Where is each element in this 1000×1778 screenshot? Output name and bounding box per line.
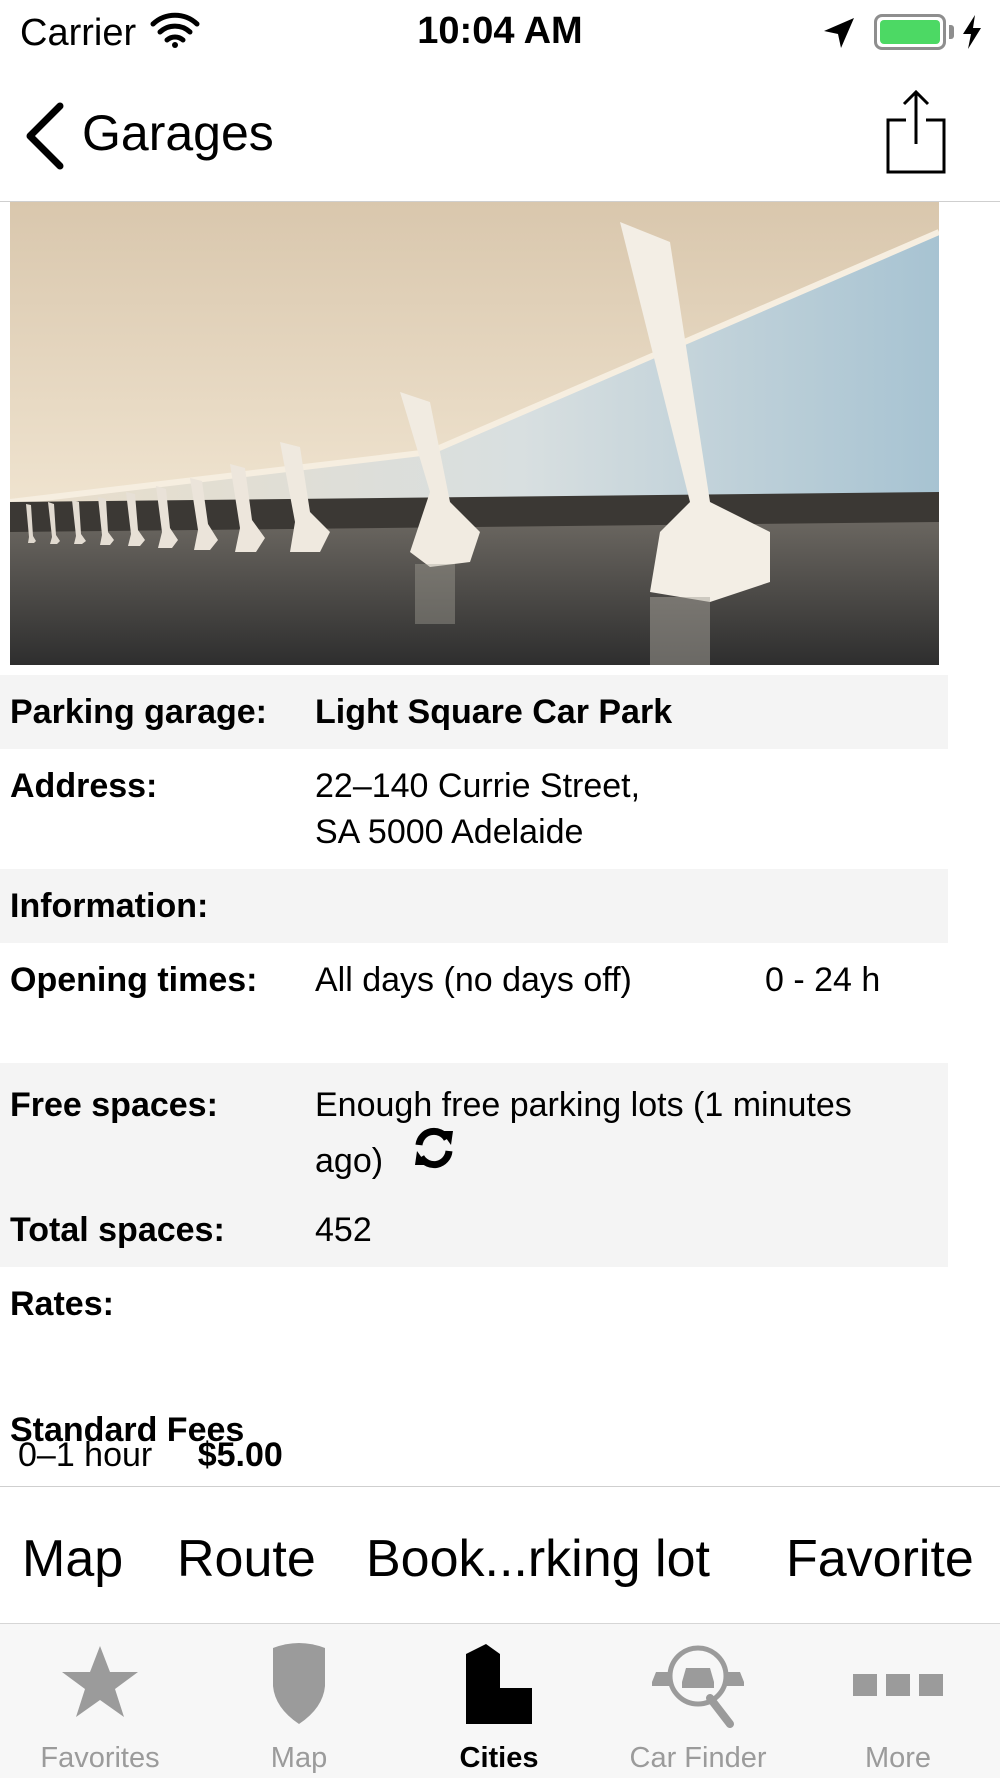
tab-more[interactable]: More: [798, 1624, 998, 1778]
more-icon: [853, 1674, 943, 1696]
total-spaces-label: Total spaces:: [10, 1211, 225, 1249]
tab-cities[interactable]: Cities: [399, 1624, 599, 1778]
location-arrow-icon: [822, 16, 856, 55]
fee-price: $5.00: [197, 1436, 283, 1474]
parking-garage-label: Parking garage:: [10, 693, 267, 731]
chevron-left-icon[interactable]: [22, 100, 66, 177]
opening-times-label: Opening times:: [10, 961, 258, 999]
parking-garage-value: Light Square Car Park: [315, 693, 673, 731]
information-row: Information:: [0, 869, 948, 943]
tab-bar: Favorites Map Cities Car Finder More: [0, 1623, 1000, 1778]
tab-more-label: More: [864, 1742, 932, 1774]
shield-icon: [273, 1643, 325, 1724]
rates-row: Rates:: [0, 1267, 948, 1341]
favorite-action-button[interactable]: Favorite: [786, 1529, 974, 1589]
action-bar: Map Route Book...rking lot Favorite: [0, 1486, 1000, 1623]
information-label: Information:: [10, 887, 209, 925]
fee-row: 0–1 hour $5.00: [18, 1436, 283, 1475]
star-icon: [62, 1646, 138, 1717]
tab-map-label: Map: [270, 1742, 328, 1774]
share-icon[interactable]: [884, 88, 948, 181]
tab-cities-label: Cities: [459, 1742, 539, 1774]
free-spaces-row: Free spaces: Enough free parking lots (1…: [0, 1063, 948, 1193]
free-spaces-label: Free spaces:: [10, 1086, 218, 1124]
address-line1: 22–140 Currie Street,: [315, 767, 641, 805]
opening-days-value: All days (no days off): [315, 961, 632, 999]
opening-hours-value: 0 - 24 h: [765, 961, 881, 999]
garage-photo: [10, 202, 939, 665]
car-search-icon: [652, 1645, 744, 1728]
opening-times-row: Opening times: All days (no days off) 0 …: [0, 943, 948, 1063]
tab-favorites[interactable]: Favorites: [0, 1624, 200, 1778]
tab-favorites-label: Favorites: [40, 1742, 160, 1774]
fee-duration: 0–1 hour: [18, 1436, 153, 1474]
tab-car-finder[interactable]: Car Finder: [598, 1624, 798, 1778]
status-bar: Carrier 10:04 AM: [0, 0, 1000, 70]
total-spaces-row: Total spaces: 452: [0, 1193, 948, 1267]
building-icon: [466, 1644, 532, 1724]
back-button-label[interactable]: Garages: [82, 104, 274, 162]
battery-nub: [949, 25, 954, 39]
charging-bolt-icon: [960, 14, 984, 55]
address-label: Address:: [10, 767, 158, 805]
book-parking-lot-button[interactable]: Book...rking lot: [366, 1529, 710, 1589]
battery-icon: [874, 14, 946, 50]
map-action-button[interactable]: Map: [22, 1529, 123, 1589]
navigation-bar: Garages: [0, 70, 1000, 202]
garage-details: Parking garage: Light Square Car Park Ad…: [0, 675, 948, 1467]
route-action-button[interactable]: Route: [177, 1529, 316, 1589]
free-spaces-line2: ago): [315, 1142, 384, 1180]
address-row: Address: 22–140 Currie Street, SA 5000 A…: [0, 749, 948, 869]
refresh-icon[interactable]: [411, 1125, 457, 1188]
rates-label: Rates:: [10, 1285, 114, 1323]
total-spaces-value: 452: [315, 1211, 372, 1249]
address-line2: SA 5000 Adelaide: [315, 813, 584, 851]
parking-garage-row: Parking garage: Light Square Car Park: [0, 675, 948, 749]
tab-car-finder-label: Car Finder: [629, 1742, 767, 1774]
tab-map[interactable]: Map: [199, 1624, 399, 1778]
